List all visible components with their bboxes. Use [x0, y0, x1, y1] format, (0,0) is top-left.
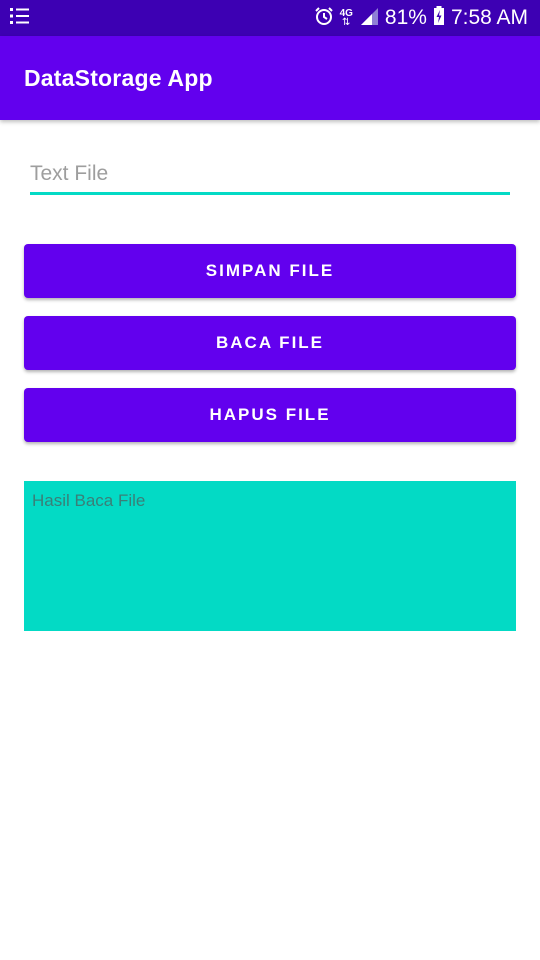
battery-percent: 81%	[384, 6, 427, 29]
app-title: DataStorage App	[24, 64, 213, 91]
read-file-button[interactable]: BACA FILE	[24, 316, 516, 370]
status-left	[10, 7, 30, 30]
app-bar: DataStorage App	[0, 36, 540, 120]
save-file-button[interactable]: SIMPAN FILE	[24, 244, 516, 298]
result-box: Hasil Baca File	[24, 481, 516, 631]
alarm-clock-icon	[314, 6, 334, 31]
status-time: 7:58 AM	[450, 6, 528, 29]
signal-icon	[359, 6, 379, 31]
data-arrows-icon: ⇅	[342, 17, 351, 28]
status-right: 4G ⇅ 81% 7:58 AM	[314, 5, 528, 31]
delete-file-button[interactable]: HAPUS FILE	[24, 388, 516, 442]
battery-charging-icon	[433, 5, 445, 31]
network-type-icon: 4G ⇅	[340, 9, 353, 28]
result-text: Hasil Baca File	[32, 491, 146, 510]
list-icon	[10, 7, 30, 30]
status-bar: 4G ⇅ 81% 7:58 AM	[0, 0, 540, 36]
text-file-input[interactable]	[30, 156, 510, 195]
